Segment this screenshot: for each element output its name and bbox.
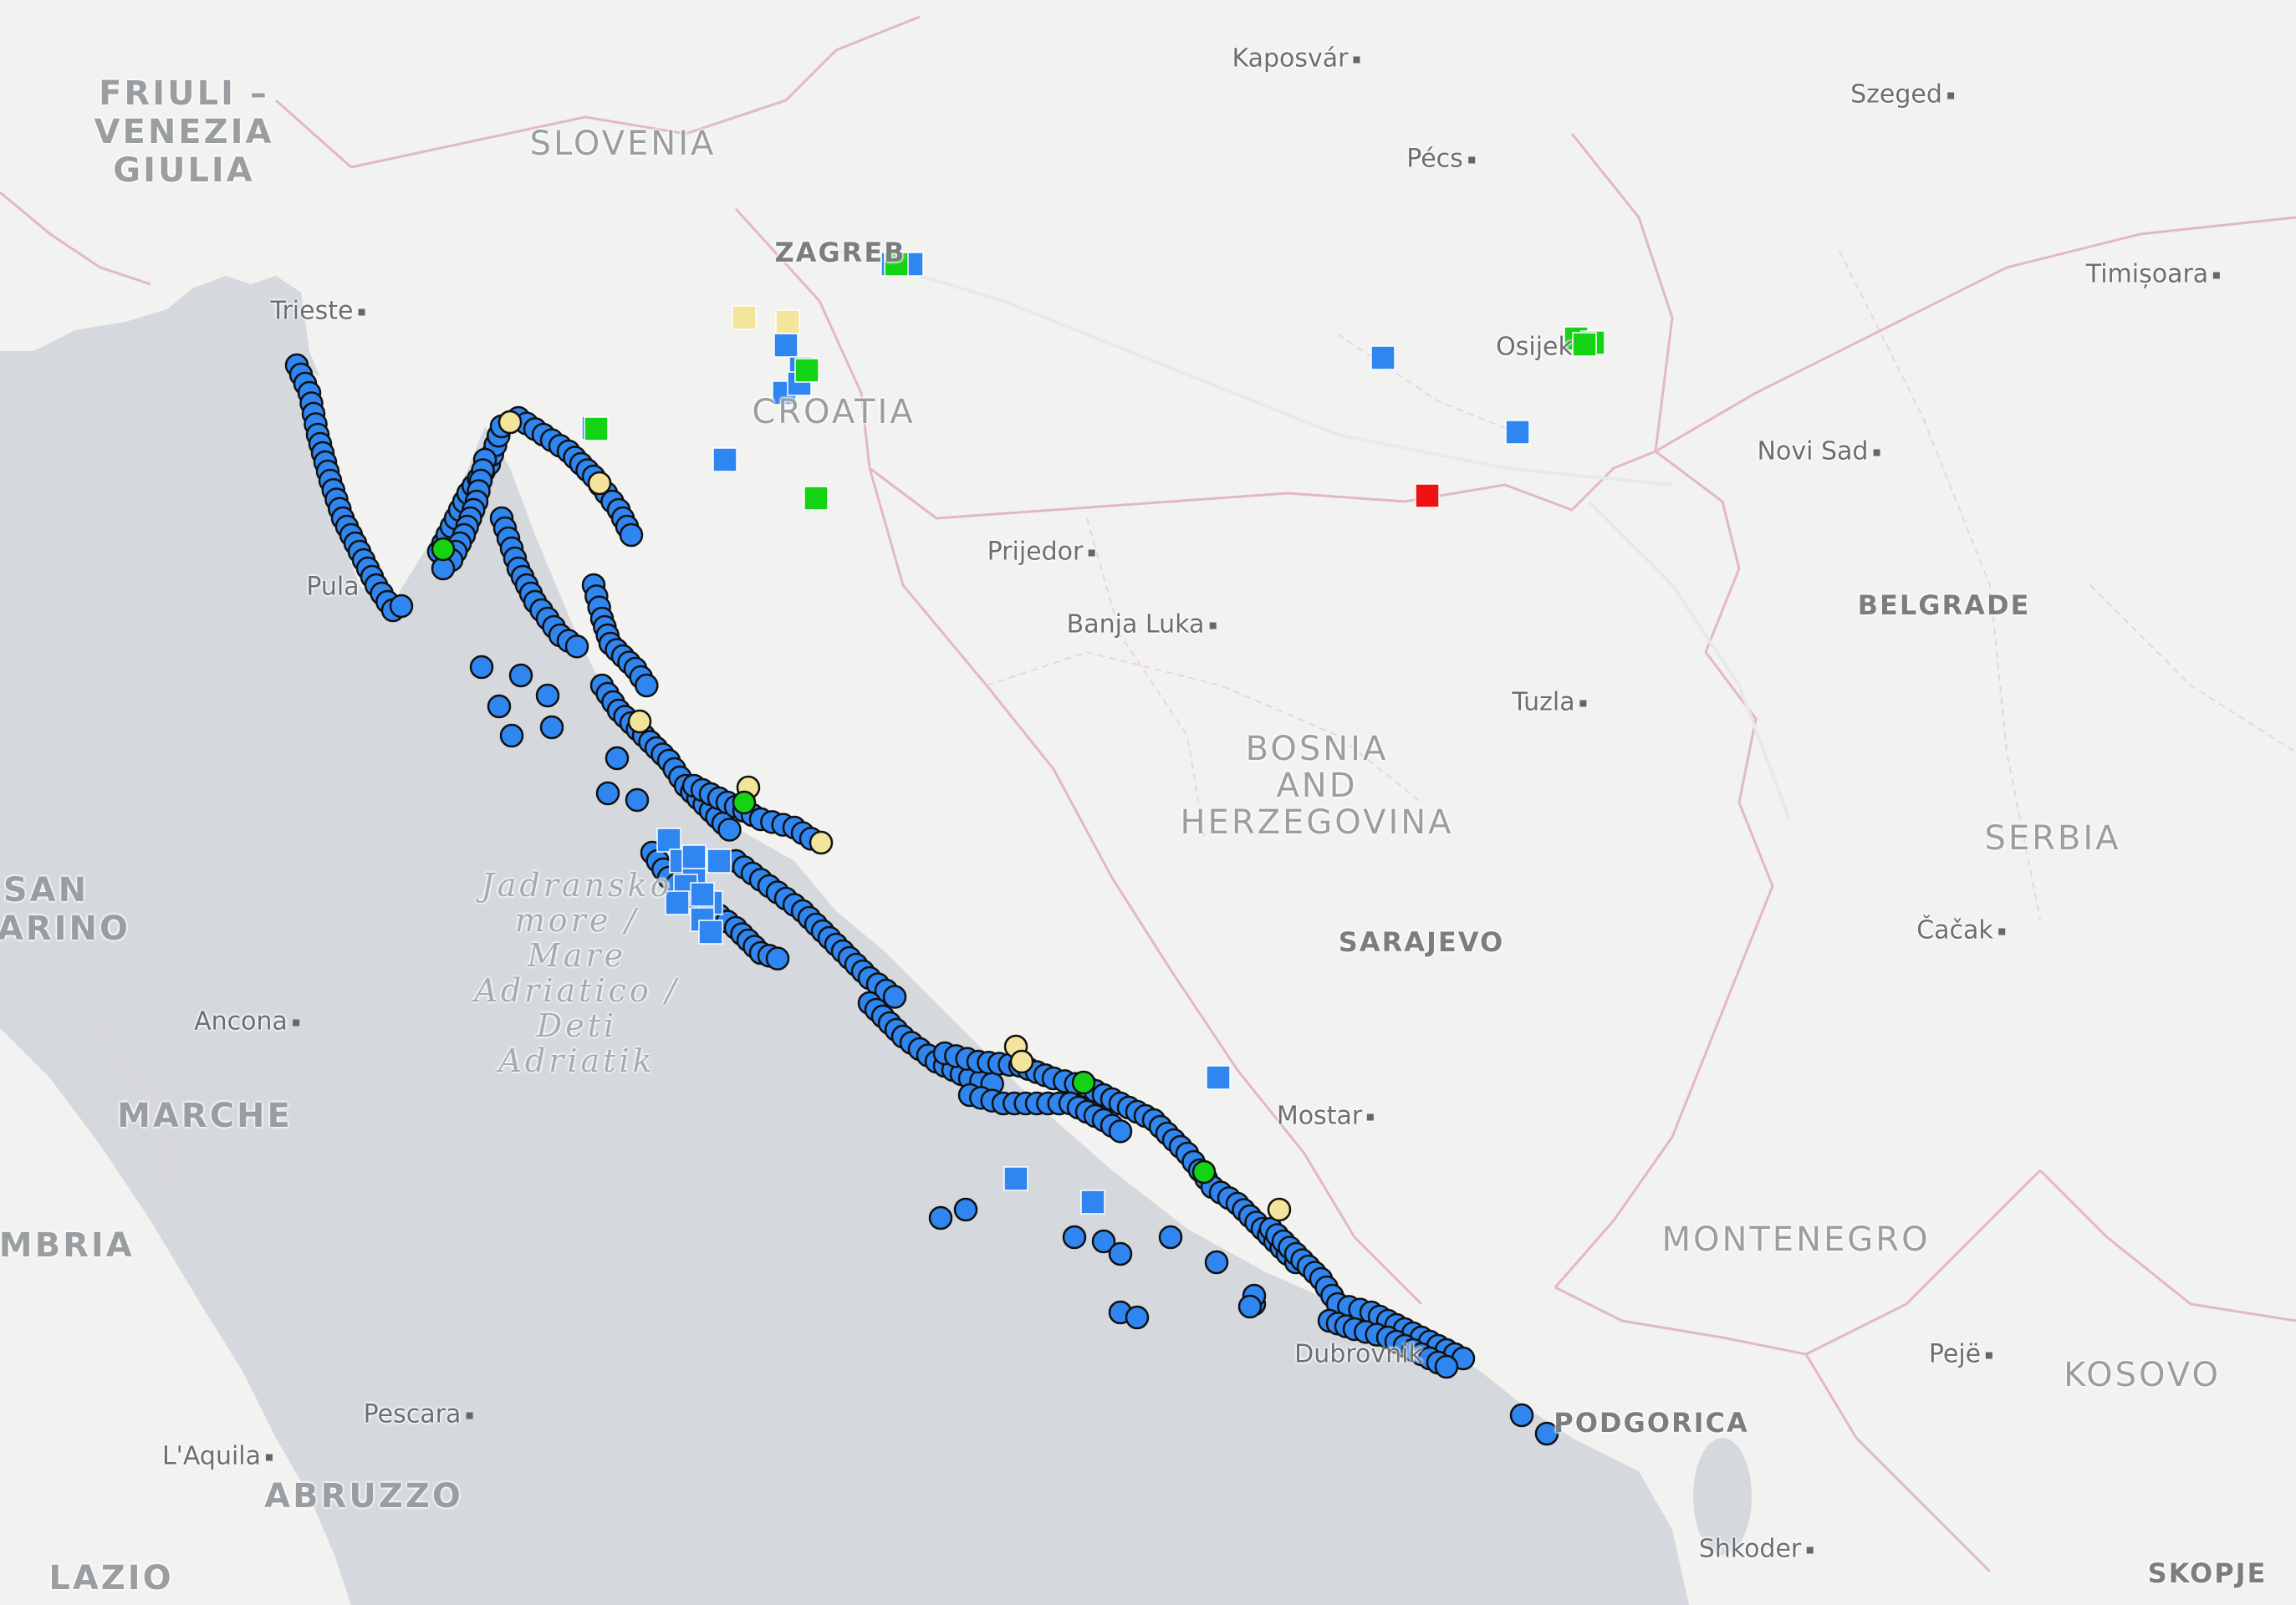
- map-marker-circle[interactable]: [765, 946, 790, 971]
- label-belgrade: BELGRADE: [1857, 589, 2031, 621]
- map-marker-circle[interactable]: [1191, 1159, 1217, 1185]
- map-marker-circle[interactable]: [499, 723, 524, 748]
- map-marker-square[interactable]: [1080, 1190, 1105, 1215]
- map-marker-square[interactable]: [712, 447, 737, 472]
- map-marker-circle[interactable]: [809, 830, 834, 855]
- map-marker-circle[interactable]: [587, 471, 612, 496]
- map-marker-circle[interactable]: [619, 522, 644, 548]
- label-pescara: Pescara: [364, 1400, 473, 1429]
- map-marker-circle[interactable]: [882, 985, 907, 1009]
- map-marker-circle[interactable]: [1062, 1225, 1087, 1250]
- map-marker-circle[interactable]: [564, 634, 589, 659]
- map-marker-square[interactable]: [1572, 332, 1597, 357]
- label-trieste: Trieste: [271, 297, 365, 326]
- label-ancona: Ancona: [194, 1007, 299, 1037]
- map-marker-square[interactable]: [804, 486, 829, 511]
- label-montenegro: MONTENEGRO: [1661, 1220, 1931, 1259]
- map-marker-circle[interactable]: [595, 781, 620, 806]
- map-marker-circle[interactable]: [508, 663, 533, 688]
- map-marker-circle[interactable]: [605, 746, 630, 771]
- label-laquila: L'Aquila: [162, 1442, 273, 1471]
- map-marker-circle[interactable]: [1158, 1225, 1183, 1250]
- map-marker-square[interactable]: [1505, 420, 1530, 445]
- map-marker-square[interactable]: [707, 848, 732, 874]
- map-marker-circle[interactable]: [1009, 1049, 1034, 1074]
- map-marker-circle[interactable]: [1267, 1197, 1292, 1222]
- label-san-marino: SAN MARINO: [0, 871, 130, 948]
- map-marker-circle[interactable]: [953, 1197, 978, 1222]
- map-marker-square[interactable]: [773, 333, 798, 358]
- label-croatia: CROATIA: [752, 393, 916, 431]
- map-marker-circle[interactable]: [717, 818, 742, 842]
- map-marker-circle[interactable]: [627, 709, 652, 734]
- label-podgorica: PODGORICA: [1554, 1407, 1749, 1439]
- map-marker-circle[interactable]: [1125, 1305, 1150, 1330]
- map-marker-circle[interactable]: [1204, 1250, 1229, 1275]
- label-banja-luka: Banja Luka: [1067, 610, 1217, 639]
- label-prijedor: Prijedor: [987, 538, 1095, 567]
- label-kaposvar: Kaposvár: [1232, 44, 1360, 74]
- label-slovenia: SLOVENIA: [529, 125, 717, 163]
- map-marker-square[interactable]: [794, 358, 819, 383]
- map-marker-circle[interactable]: [1108, 1241, 1133, 1266]
- label-tuzla: Tuzla: [1512, 688, 1587, 717]
- map-marker-circle[interactable]: [389, 594, 414, 619]
- map-marker-square[interactable]: [698, 920, 723, 945]
- label-skopje: SKOPJE: [2147, 1557, 2268, 1589]
- map-marker-square[interactable]: [1206, 1065, 1231, 1090]
- map-marker-circle[interactable]: [1434, 1354, 1459, 1379]
- label-kosovo: KOSOVO: [2064, 1356, 2221, 1394]
- label-pula: Pula: [306, 572, 360, 602]
- map-marker-circle[interactable]: [732, 790, 757, 815]
- label-timisoara: Timișoara: [2086, 260, 2221, 289]
- label-pecs: Pécs: [1406, 145, 1475, 174]
- label-zagreb: ZAGREB: [774, 237, 906, 268]
- map-marker-square[interactable]: [1415, 483, 1440, 508]
- label-bosnia-and-herzegovina: BOSNIA AND HERZEGOVINA: [1180, 730, 1454, 842]
- label-shkoder: Shkoder: [1699, 1535, 1814, 1564]
- map-marker-circle[interactable]: [1071, 1070, 1096, 1095]
- label-adriatic-sea: Jadransko more / Mare Adriatico / Deti A…: [474, 867, 680, 1079]
- map-marker-circle[interactable]: [1509, 1403, 1534, 1428]
- label-mostar: Mostar: [1277, 1102, 1375, 1131]
- map-marker-circle[interactable]: [635, 673, 659, 698]
- label-marche: MARCHE: [117, 1097, 293, 1135]
- label-szeged: Szeged: [1850, 80, 1954, 110]
- label-peje: Pejë: [1929, 1340, 1993, 1369]
- map-marker-circle[interactable]: [431, 537, 456, 562]
- map-marker-circle[interactable]: [1108, 1119, 1133, 1144]
- map-marker-square[interactable]: [775, 309, 800, 334]
- label-novi-sad: Novi Sad: [1758, 437, 1880, 466]
- map-marker-circle[interactable]: [497, 410, 523, 435]
- label-serbia: SERBIA: [1984, 819, 2121, 858]
- map-marker-square[interactable]: [690, 882, 715, 907]
- label-friuli-venezia-giulia: FRIULI – VENEZIA GIULIA: [94, 74, 274, 190]
- map-marker-circle[interactable]: [928, 1205, 953, 1230]
- label-lazio: LAZIO: [48, 1559, 174, 1597]
- map-marker-square[interactable]: [1370, 345, 1395, 370]
- map-marker-circle[interactable]: [469, 655, 494, 680]
- map-marker-square[interactable]: [656, 828, 681, 853]
- label-umbria: UMBRIA: [0, 1226, 135, 1265]
- map-marker-square[interactable]: [681, 844, 707, 869]
- map-marker-circle[interactable]: [625, 787, 650, 813]
- label-osijek: Osijek: [1496, 332, 1573, 362]
- map-marker-square[interactable]: [584, 416, 609, 441]
- map-marker-circle[interactable]: [1237, 1294, 1263, 1319]
- map-marker-circle[interactable]: [487, 694, 512, 719]
- label-abruzzo: ABRUZZO: [264, 1477, 463, 1516]
- map-marker-circle[interactable]: [539, 715, 564, 740]
- map-marker-square[interactable]: [1003, 1166, 1028, 1191]
- map-marker-square[interactable]: [732, 305, 757, 330]
- label-sarajevo: SARAJEVO: [1338, 926, 1505, 958]
- label-dubrovnik: Dubrovnik: [1294, 1339, 1423, 1369]
- label-cacak: Čačak: [1916, 916, 2005, 945]
- map-marker-circle[interactable]: [535, 683, 560, 708]
